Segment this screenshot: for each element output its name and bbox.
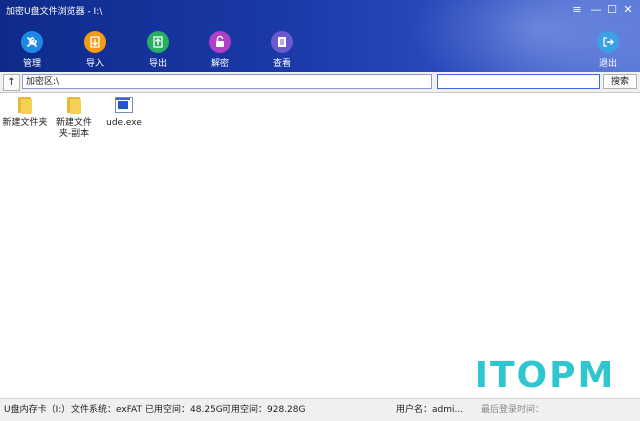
status-used-space: 已用空间：48.25G [145, 405, 223, 415]
wrench-icon [21, 31, 43, 53]
decrypt-button[interactable]: 解密 [200, 31, 240, 71]
window-title: 加密U盘文件浏览器 - I:\ [6, 7, 103, 17]
manage-label: 管理 [22, 59, 41, 69]
exit-button[interactable]: 退出 [588, 31, 628, 71]
status-username: 用户名：admi... [396, 405, 464, 415]
manage-button[interactable]: 管理 [12, 31, 52, 71]
file-item-folder-copy[interactable]: 新建文件夹-副本 [50, 96, 98, 140]
status-last-login: 最后登录时间： [481, 405, 545, 415]
folder-icon [64, 96, 84, 114]
document-icon [271, 31, 293, 53]
status-filesystem: 文件系统：exFAT [71, 405, 143, 415]
file-item-exe[interactable]: ude.exe [100, 96, 148, 129]
minimize-icon[interactable]: — [588, 3, 604, 17]
unlock-icon [209, 31, 231, 53]
address-bar: ↑ 加密区:\ 搜索 [0, 72, 640, 93]
up-button[interactable]: ↑ [3, 74, 20, 91]
import-button[interactable]: 导入 [75, 31, 115, 71]
decrypt-label: 解密 [210, 59, 229, 69]
search-input[interactable] [437, 74, 600, 89]
file-name: ude.exe [106, 118, 142, 128]
import-label: 导入 [85, 59, 104, 69]
status-drive: U盘内存卡（I:） [4, 405, 71, 415]
exit-icon [597, 31, 619, 53]
status-bar: U盘内存卡（I:） 文件系统：exFAT 已用空间：48.25G 可用空间：92… [0, 398, 640, 421]
folder-icon [15, 96, 35, 114]
menu-icon[interactable]: ≡ [569, 3, 585, 17]
exe-icon [114, 96, 134, 114]
file-item-folder[interactable]: 新建文件夹 [1, 96, 49, 129]
watermark-logo: ITOPM [450, 352, 640, 398]
watermark-text: ITOPM [474, 354, 616, 396]
title-bar: 加密U盘文件浏览器 - I:\ ≡ — ☐ ✕ 管理 导入 导出 解密 查看 退… [0, 0, 640, 72]
status-available-space: 可用空间：928.28G [222, 405, 306, 415]
path-field[interactable]: 加密区:\ [22, 74, 432, 89]
export-button[interactable]: 导出 [138, 31, 178, 71]
export-icon [147, 31, 169, 53]
search-button[interactable]: 搜索 [603, 74, 637, 89]
export-label: 导出 [148, 59, 167, 69]
maximize-icon[interactable]: ☐ [604, 3, 620, 17]
import-icon [84, 31, 106, 53]
exit-label: 退出 [598, 59, 617, 69]
file-name: 新建文件夹-副本 [55, 118, 92, 139]
close-icon[interactable]: ✕ [620, 3, 636, 17]
file-name: 新建文件夹 [2, 118, 48, 128]
view-button[interactable]: 查看 [262, 31, 302, 71]
view-label: 查看 [272, 59, 291, 69]
